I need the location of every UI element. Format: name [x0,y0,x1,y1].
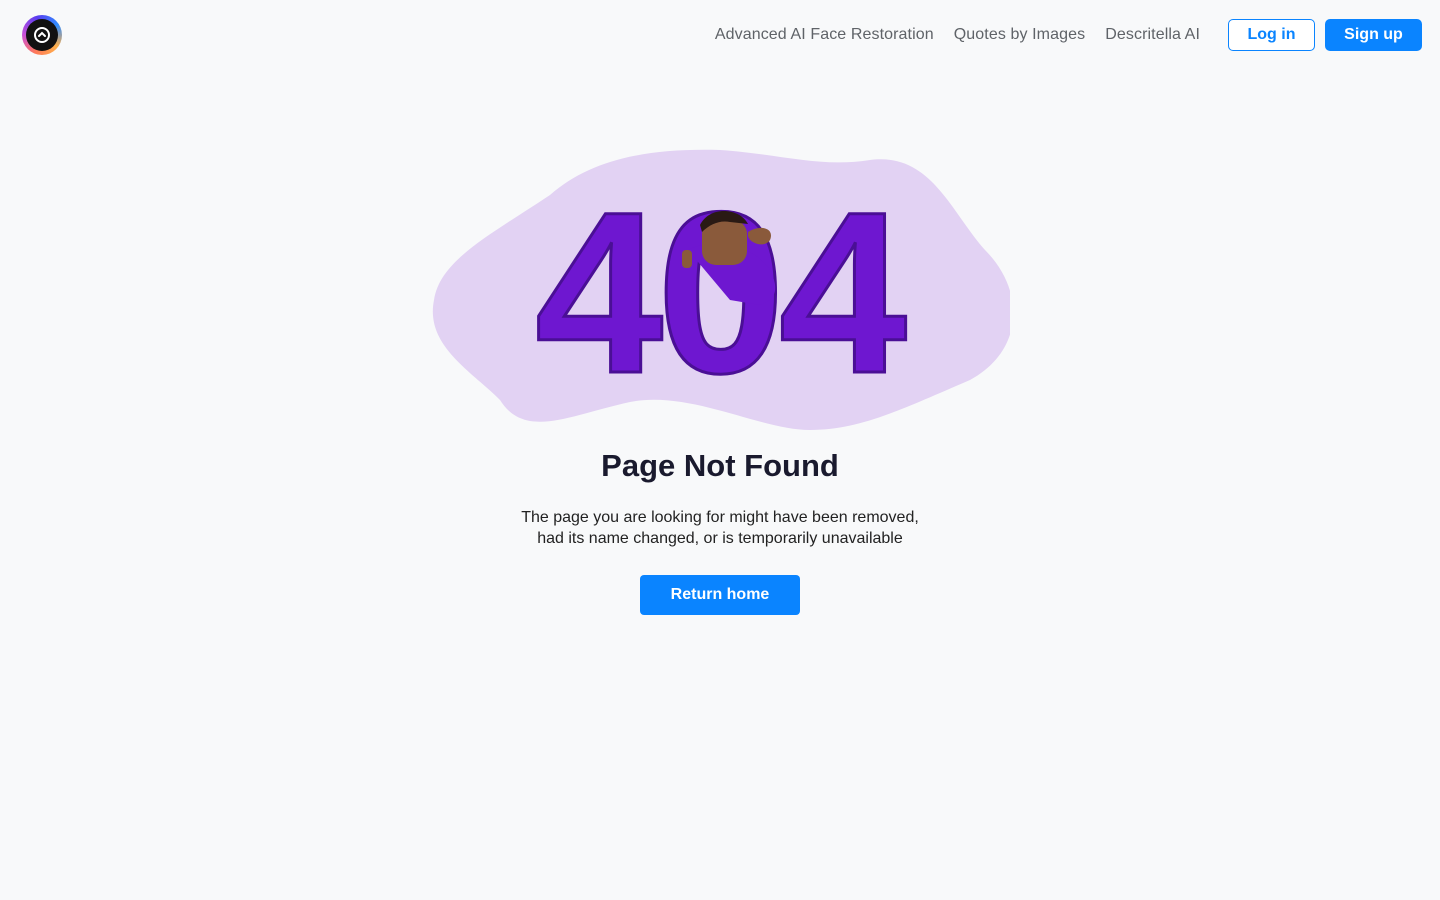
signup-button[interactable]: Sign up [1325,19,1422,51]
logo-icon[interactable] [22,15,62,55]
error-description-line-2: had its name changed, or is temporarily … [537,530,903,547]
nav-link-descritella-ai[interactable]: Descritella AI [1105,26,1200,44]
nav-link-face-restoration[interactable]: Advanced AI Face Restoration [715,26,934,44]
error-description-line-1: The page you are looking for might have … [521,509,919,526]
page-title: Page Not Found [601,448,839,483]
404-illustration: 404 [432,149,1010,430]
login-button[interactable]: Log in [1228,19,1315,51]
top-nav: Advanced AI Face Restoration Quotes by I… [715,0,1200,70]
site-header: Advanced AI Face Restoration Quotes by I… [0,0,1440,70]
return-home-button[interactable]: Return home [640,575,800,615]
404-text: 404 [535,164,906,421]
error-description: The page you are looking for might have … [470,507,970,549]
nav-link-quotes-by-images[interactable]: Quotes by Images [954,26,1085,44]
